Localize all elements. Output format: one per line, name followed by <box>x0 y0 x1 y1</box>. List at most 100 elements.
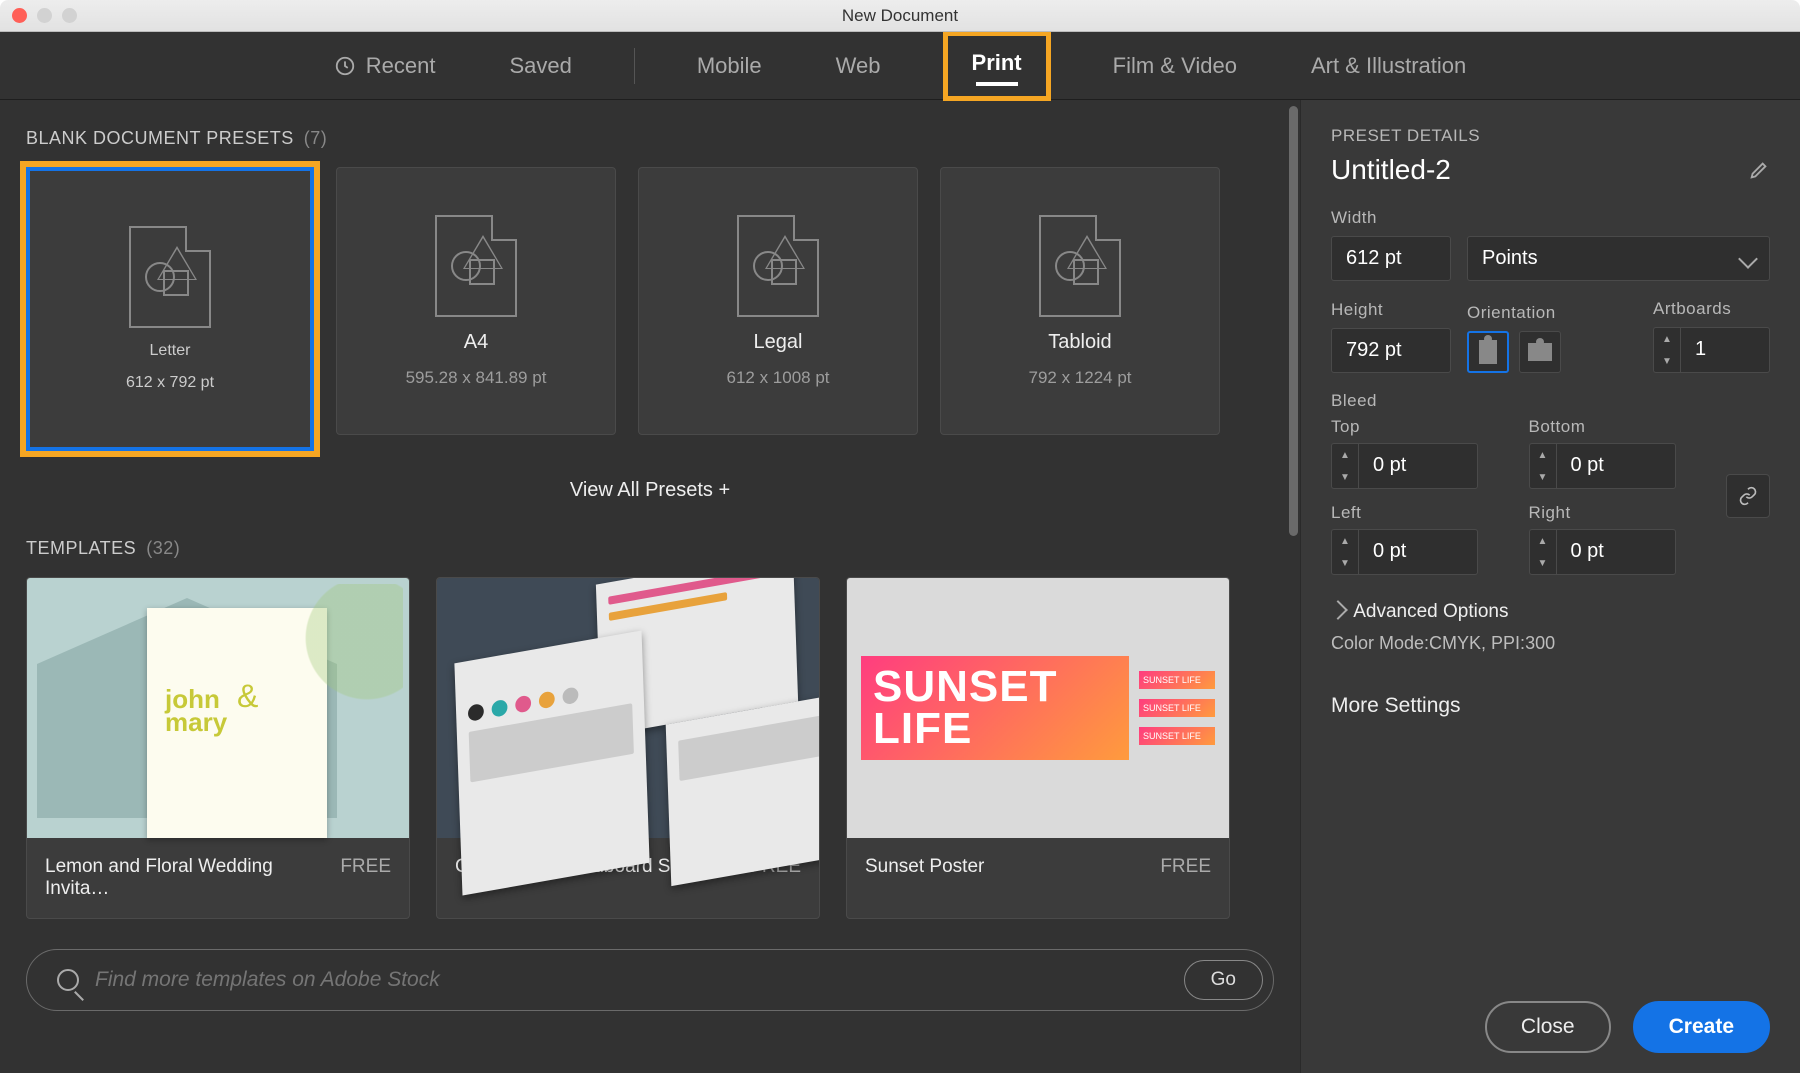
orientation-portrait[interactable] <box>1467 331 1509 373</box>
template-thumbnail: johnmary & <box>27 578 409 838</box>
orientation-label: Orientation <box>1467 303 1561 323</box>
document-icon <box>737 215 819 317</box>
templates-header: TEMPLATES (32) <box>26 538 1274 559</box>
close-window-icon[interactable] <box>12 8 27 23</box>
tab-label: Film & Video <box>1113 53 1237 79</box>
preset-dimensions: 612 x 792 pt <box>126 374 214 392</box>
preset-dimensions: 595.28 x 841.89 pt <box>406 368 547 388</box>
bleed-bottom-field[interactable]: 0 pt <box>1556 443 1676 489</box>
advanced-options-label: Advanced Options <box>1353 601 1508 622</box>
bleed-right-field[interactable]: 0 pt <box>1556 529 1676 575</box>
minimize-window-icon[interactable] <box>37 8 52 23</box>
template-name: Sunset Poster <box>865 856 984 878</box>
tab-separator <box>634 48 635 84</box>
tab-mobile[interactable]: Mobile <box>685 39 774 93</box>
more-settings-button[interactable]: More Settings <box>1331 694 1770 718</box>
template-price: FREE <box>1160 856 1211 878</box>
height-label: Height <box>1331 300 1451 320</box>
orientation-landscape[interactable] <box>1519 331 1561 373</box>
portrait-icon <box>1479 340 1497 364</box>
go-button[interactable]: Go <box>1184 960 1263 1000</box>
units-select[interactable]: Points <box>1467 236 1770 281</box>
advanced-options-toggle[interactable]: Advanced Options <box>1331 601 1770 623</box>
tab-art-illustration[interactable]: Art & Illustration <box>1299 39 1478 93</box>
bleed-right-stepper[interactable]: ▲▼ <box>1529 529 1556 575</box>
bleed-top-field[interactable]: 0 pt <box>1358 443 1478 489</box>
category-tabs: Recent Saved Mobile Web Print Film & Vid… <box>0 32 1800 100</box>
preset-name: Legal <box>754 331 803 354</box>
height-field[interactable]: 792 pt <box>1331 328 1451 373</box>
tab-label: Recent <box>366 53 436 79</box>
presets-count: (7) <box>304 128 328 149</box>
template-row: johnmary & Lemon and Floral Wedding Invi… <box>26 577 1274 919</box>
tab-print[interactable]: Print <box>968 46 1026 90</box>
tab-label: Print <box>972 50 1022 76</box>
tab-film-video[interactable]: Film & Video <box>1101 39 1249 93</box>
edit-name-icon[interactable] <box>1748 159 1770 181</box>
color-mode-summary: Color Mode:CMYK, PPI:300 <box>1331 633 1770 654</box>
bleed-top-stepper[interactable]: ▲▼ <box>1331 443 1358 489</box>
tab-label: Mobile <box>697 53 762 79</box>
window-title: New Document <box>842 6 958 26</box>
view-all-presets[interactable]: View All Presets + <box>26 479 1274 502</box>
scrollbar-thumb[interactable] <box>1289 106 1298 536</box>
stock-search-input[interactable] <box>95 968 1168 992</box>
templates-header-text: TEMPLATES <box>26 538 136 559</box>
chevron-right-icon <box>1328 600 1348 620</box>
stock-search-bar: Go <box>26 949 1274 1011</box>
window-titlebar: New Document <box>0 0 1800 32</box>
bleed-left-stepper[interactable]: ▲▼ <box>1331 529 1358 575</box>
preset-row: Letter 612 x 792 pt A4 595.28 x 841.89 p… <box>26 167 1274 451</box>
tab-recent[interactable]: Recent <box>322 39 448 93</box>
landscape-icon <box>1528 343 1552 361</box>
preset-name: Tabloid <box>1048 331 1111 354</box>
presets-header-text: BLANK DOCUMENT PRESETS <box>26 128 294 149</box>
presets-header: BLANK DOCUMENT PRESETS (7) <box>26 128 1274 149</box>
templates-count: (32) <box>146 538 180 559</box>
bleed-bottom-stepper[interactable]: ▲▼ <box>1529 443 1556 489</box>
document-icon <box>129 226 211 328</box>
bleed-bottom-label: Bottom <box>1529 417 1707 437</box>
template-price: FREE <box>340 856 391 900</box>
bleed-top-label: Top <box>1331 417 1509 437</box>
preset-card-letter[interactable]: Letter 612 x 792 pt <box>26 167 314 451</box>
preset-dimensions: 612 x 1008 pt <box>726 368 829 388</box>
template-card-wedding[interactable]: johnmary & Lemon and Floral Wedding Invi… <box>26 577 410 919</box>
tab-label: Art & Illustration <box>1311 53 1466 79</box>
document-icon <box>435 215 517 317</box>
tab-label: Saved <box>509 53 571 79</box>
document-name[interactable]: Untitled-2 <box>1331 154 1451 186</box>
bleed-left-field[interactable]: 0 pt <box>1358 529 1478 575</box>
traffic-lights <box>12 8 77 23</box>
preset-dimensions: 792 x 1224 pt <box>1028 368 1131 388</box>
preset-card-legal[interactable]: Legal 612 x 1008 pt <box>638 167 918 435</box>
bleed-link-toggle[interactable] <box>1726 474 1770 518</box>
chevron-down-icon <box>1738 249 1758 269</box>
template-name: Lemon and Floral Wedding Invita… <box>45 856 340 900</box>
create-button[interactable]: Create <box>1633 1001 1770 1053</box>
artboards-label: Artboards <box>1653 299 1770 319</box>
tab-web[interactable]: Web <box>824 39 893 93</box>
preset-name: Letter <box>150 342 191 360</box>
template-thumbnail <box>437 578 819 838</box>
main-panel: BLANK DOCUMENT PRESETS (7) Letter 612 x … <box>0 100 1300 1073</box>
close-button[interactable]: Close <box>1485 1001 1611 1053</box>
template-card-moodboard[interactable]: Concepting Moodboard Set FREE <box>436 577 820 919</box>
tab-print-highlight: Print <box>943 31 1051 101</box>
tab-saved[interactable]: Saved <box>497 39 583 93</box>
preset-card-tabloid[interactable]: Tabloid 792 x 1224 pt <box>940 167 1220 435</box>
artboards-stepper[interactable]: ▲▼ <box>1653 327 1680 373</box>
search-icon <box>57 969 79 991</box>
link-icon <box>1738 486 1758 506</box>
preset-details-header: PRESET DETAILS <box>1331 126 1770 146</box>
bleed-label: Bleed <box>1331 391 1770 411</box>
units-value: Points <box>1482 247 1538 270</box>
width-label: Width <box>1331 208 1770 228</box>
artboards-field[interactable]: 1 <box>1680 327 1770 373</box>
zoom-window-icon[interactable] <box>62 8 77 23</box>
preset-card-a4[interactable]: A4 595.28 x 841.89 pt <box>336 167 616 435</box>
preset-name: A4 <box>464 331 488 354</box>
template-card-sunset[interactable]: SUNSETLIFE SUNSET LIFESUNSET LIFESUNSET … <box>846 577 1230 919</box>
width-field[interactable]: 612 pt <box>1331 236 1451 281</box>
preset-details-panel: PRESET DETAILS Untitled-2 Width 612 pt P… <box>1300 100 1800 1073</box>
